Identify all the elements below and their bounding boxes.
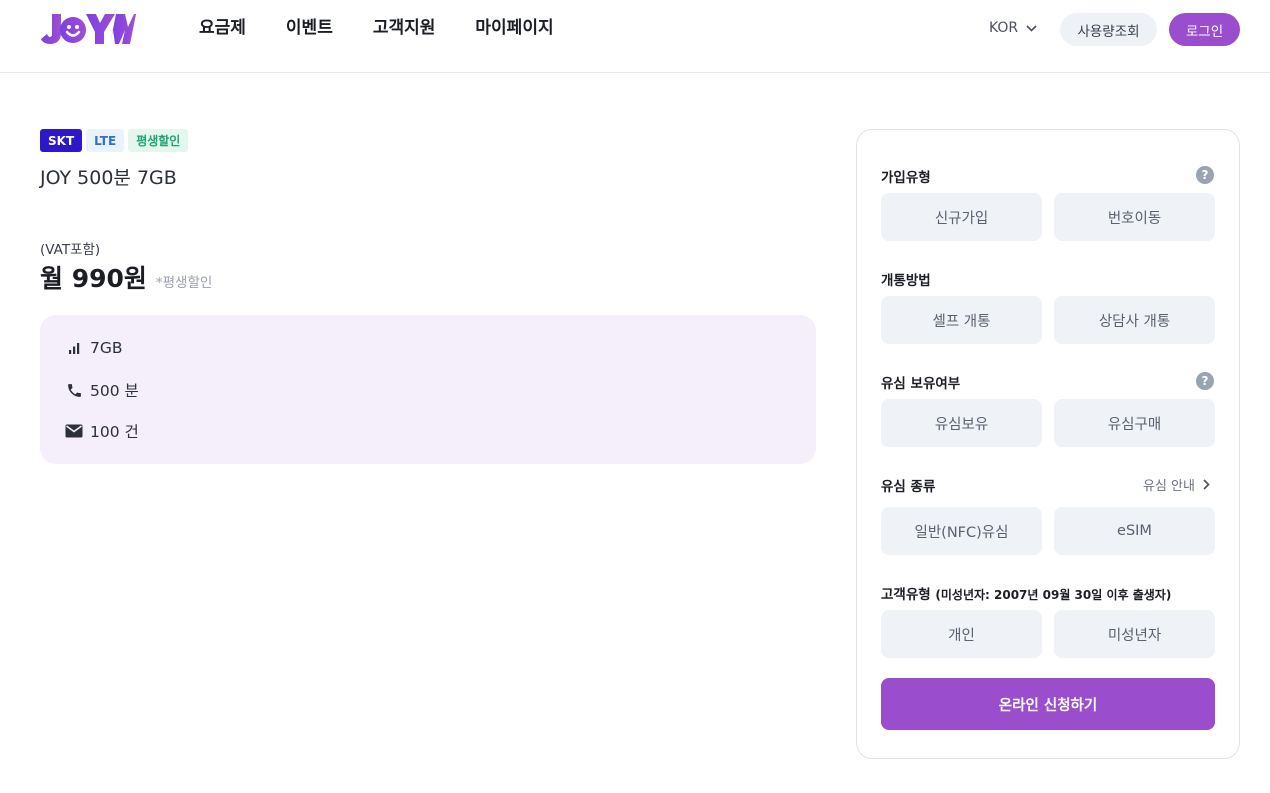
usim-own-title: 유심 보유여부 — [881, 376, 961, 392]
usim-guide-label: 유심 안내 — [1143, 479, 1195, 494]
usage-check-button[interactable]: 사용량조회 — [1060, 13, 1157, 46]
phone-icon — [65, 381, 83, 399]
option-usim-owned[interactable]: 유심보유 — [881, 399, 1042, 447]
feature-data: 7GB — [65, 339, 123, 357]
plan-features: 7GB 500 분 100 건 — [40, 315, 816, 464]
plan-title: JOY 500분 7GB — [40, 167, 177, 189]
nav-support[interactable]: 고객지원 — [373, 17, 436, 39]
option-usim-buy[interactable]: 유심구매 — [1054, 399, 1215, 447]
help-icon[interactable]: ? — [1196, 372, 1214, 390]
price-note: *평생할인 — [155, 275, 213, 291]
feature-voice-text: 500 분 — [90, 382, 139, 400]
mail-icon — [65, 422, 83, 440]
option-nfc-usim[interactable]: 일반(NFC)유심 — [881, 507, 1042, 555]
nav-plans[interactable]: 요금제 — [199, 17, 246, 39]
nav-events[interactable]: 이벤트 — [286, 17, 333, 39]
activation-title: 개통방법 — [881, 273, 931, 289]
signal-icon — [65, 339, 83, 357]
login-button[interactable]: 로그인 — [1169, 13, 1240, 46]
option-esim[interactable]: eSIM — [1054, 507, 1215, 555]
main-nav: 요금제 이벤트 고객지원 마이페이지 — [199, 17, 594, 39]
language-selector[interactable]: KOR — [989, 20, 1037, 36]
option-individual[interactable]: 개인 — [881, 610, 1042, 658]
apply-online-button[interactable]: 온라인 신청하기 — [881, 678, 1215, 730]
customer-type-subtitle: (미성년자: 2007년 09월 30일 이후 출생자) — [935, 588, 1172, 602]
joym-logo[interactable] — [40, 12, 136, 46]
option-agent-activation[interactable]: 상담사 개통 — [1054, 296, 1215, 344]
carrier-badge: SKT — [40, 129, 83, 152]
join-type-title: 가입유형 — [881, 170, 931, 186]
feature-voice: 500 분 — [65, 379, 139, 401]
usim-guide-link[interactable]: 유심 안내 — [1143, 475, 1210, 494]
feature-data-text: 7GB — [90, 339, 123, 357]
language-label: KOR — [989, 20, 1019, 36]
customer-type-title: 고객유형 (미성년자: 2007년 09월 30일 이후 출생자) — [881, 583, 1171, 603]
feature-sms: 100 건 — [65, 420, 139, 442]
site-header: 요금제 이벤트 고객지원 마이페이지 KOR 사용량조회 로그인 — [0, 0, 1270, 73]
usim-type-title: 유심 종류 — [881, 479, 936, 495]
plan-badges: SKT LTE 평생할인 — [40, 129, 189, 152]
plan-price: 월 990원 — [40, 264, 147, 293]
application-panel: 가입유형 ? 신규가입 번호이동 개통방법 셀프 개통 상담사 개통 유심 보유… — [856, 129, 1240, 759]
option-minor[interactable]: 미성년자 — [1054, 610, 1215, 658]
chevron-down-icon — [1026, 24, 1037, 32]
chevron-right-icon — [1203, 479, 1210, 490]
feature-sms-text: 100 건 — [90, 423, 139, 441]
option-self-activation[interactable]: 셀프 개통 — [881, 296, 1042, 344]
nav-mypage[interactable]: 마이페이지 — [475, 17, 553, 39]
option-number-port[interactable]: 번호이동 — [1054, 193, 1215, 241]
option-new-join[interactable]: 신규가입 — [881, 193, 1042, 241]
customer-type-label: 고객유형 — [881, 587, 931, 603]
discount-badge: 평생할인 — [128, 129, 189, 152]
price-row: 월 990원 *평생할인 — [40, 259, 212, 295]
vat-label: (VAT포함) — [40, 242, 101, 258]
help-icon[interactable]: ? — [1196, 166, 1214, 184]
network-badge: LTE — [86, 129, 125, 152]
